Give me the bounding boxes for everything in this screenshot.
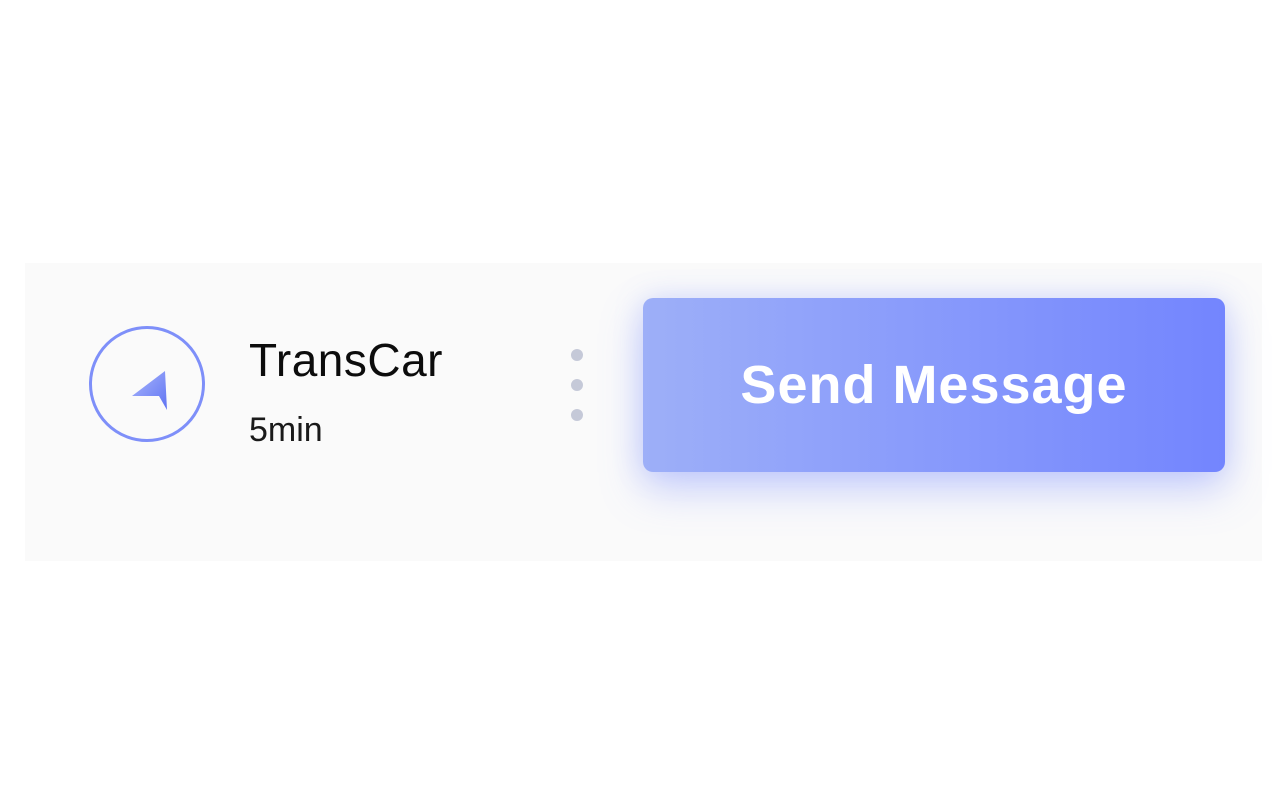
service-title: TransCar [249, 334, 443, 386]
menu-dot [571, 379, 583, 391]
eta-label: 5min [249, 411, 323, 449]
send-message-button[interactable]: Send Message [643, 298, 1225, 472]
trip-card: TransCar 5min Send Message [25, 263, 1262, 561]
menu-dot [571, 409, 583, 421]
navigation-arrow-icon [132, 371, 167, 410]
menu-dot [571, 349, 583, 361]
more-vertical-icon[interactable] [561, 345, 591, 425]
navigation-badge [89, 326, 205, 442]
